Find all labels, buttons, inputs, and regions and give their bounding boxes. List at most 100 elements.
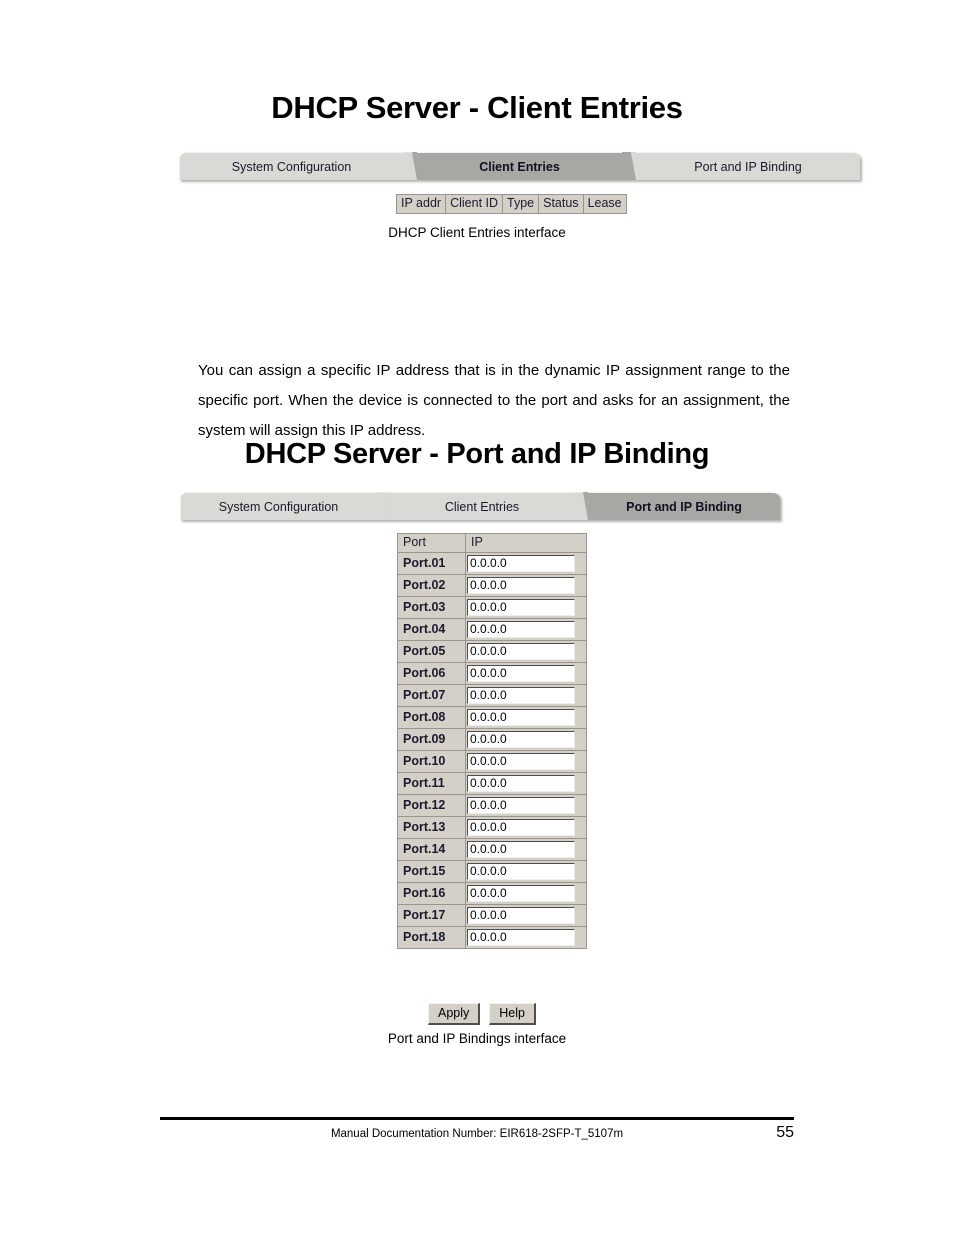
ip-cell <box>465 728 587 751</box>
manual-page: DHCP Server - Client Entries System Conf… <box>0 0 954 1235</box>
port-label: Port.02 <box>397 574 466 597</box>
port-label: Port.01 <box>397 552 466 575</box>
form-button-row: Apply Help <box>397 1003 567 1025</box>
port-label: Port.16 <box>397 882 466 905</box>
table-row: Port.13 <box>397 816 587 839</box>
ip-address-input[interactable] <box>467 621 575 638</box>
ip-cell <box>465 882 587 905</box>
port-label: Port.18 <box>397 926 466 949</box>
table-row: Port.15 <box>397 860 587 883</box>
tab-port-and-ip-binding[interactable]: Port and IP Binding <box>636 152 860 180</box>
ip-address-input[interactable] <box>467 797 575 814</box>
page-title-client-entries: DHCP Server - Client Entries <box>271 90 683 125</box>
client-entries-table: IP addr Client ID Type Status Lease <box>395 194 627 214</box>
ip-address-input[interactable] <box>467 907 575 924</box>
port-label: Port.13 <box>397 816 466 839</box>
port-label: Port.07 <box>397 684 466 707</box>
port-label: Port.15 <box>397 860 466 883</box>
table-row: Port.03 <box>397 596 587 619</box>
help-button[interactable]: Help <box>489 1003 536 1025</box>
ip-cell <box>465 706 587 729</box>
footer-page-number: 55 <box>776 1124 794 1141</box>
ip-cell <box>465 574 587 597</box>
ip-cell <box>465 860 587 883</box>
table-row: Port.17 <box>397 904 587 927</box>
apply-button[interactable]: Apply <box>428 1003 481 1025</box>
port-rows-body: Port.01Port.02Port.03Port.04Port.05Port.… <box>397 552 587 949</box>
ip-cell <box>465 816 587 839</box>
table-row: Port.12 <box>397 794 587 817</box>
ip-address-input[interactable] <box>467 841 575 858</box>
ip-cell <box>465 684 587 707</box>
table-header-row: Port IP <box>397 533 587 553</box>
ip-address-input[interactable] <box>467 577 575 594</box>
column-header-status: Status <box>538 194 584 214</box>
port-label: Port.10 <box>397 750 466 773</box>
tabbar-client-entries: System Configuration Client Entries Port… <box>179 152 860 180</box>
ip-address-input[interactable] <box>467 929 575 946</box>
ip-address-input[interactable] <box>467 753 575 770</box>
ip-address-input[interactable] <box>467 819 575 836</box>
ip-cell <box>465 750 587 773</box>
tab-separator <box>574 492 588 520</box>
table-header-row: IP addr Client ID Type Status Lease <box>395 194 627 214</box>
table-row: Port.09 <box>397 728 587 751</box>
port-label: Port.09 <box>397 728 466 751</box>
port-and-ip-binding-table: Port IP Port.01Port.02Port.03Port.04Port… <box>397 533 587 949</box>
ip-address-input[interactable] <box>467 775 575 792</box>
tab-system-configuration[interactable]: System Configuration <box>179 152 403 180</box>
tab-client-entries[interactable]: Client Entries <box>417 152 622 180</box>
column-header-type: Type <box>502 194 540 214</box>
ip-address-input[interactable] <box>467 731 575 748</box>
body-paragraph: You can assign a specific IP address tha… <box>198 362 790 439</box>
column-header-client-id: Client ID <box>445 194 504 214</box>
ip-cell <box>465 772 587 795</box>
ip-address-input[interactable] <box>467 709 575 726</box>
ip-address-input[interactable] <box>467 665 575 682</box>
ip-cell <box>465 618 587 641</box>
ip-cell <box>465 552 587 575</box>
footer-documentation-number: Manual Documentation Number: EIR618-2SFP… <box>330 1128 624 1140</box>
ip-address-input[interactable] <box>467 599 575 616</box>
ip-address-input[interactable] <box>467 687 575 704</box>
table-row: Port.10 <box>397 750 587 773</box>
figure-caption-port-and-ip-binding: Port and IP Bindings interface <box>387 1031 567 1046</box>
tab-port-and-ip-binding[interactable]: Port and IP Binding <box>588 492 780 520</box>
table-row: Port.14 <box>397 838 587 861</box>
ip-cell <box>465 794 587 817</box>
ip-cell <box>465 838 587 861</box>
port-label: Port.08 <box>397 706 466 729</box>
ip-address-input[interactable] <box>467 555 575 572</box>
footer-divider <box>160 1117 794 1120</box>
ip-address-input[interactable] <box>467 863 575 880</box>
tab-separator <box>376 492 390 520</box>
table-row: Port.16 <box>397 882 587 905</box>
column-header-ip-addr: IP addr <box>395 194 447 214</box>
ip-cell <box>465 640 587 663</box>
figure-caption-client-entries: DHCP Client Entries interface <box>388 225 566 240</box>
ip-cell <box>465 596 587 619</box>
port-label: Port.03 <box>397 596 466 619</box>
port-label: Port.06 <box>397 662 466 685</box>
page-title-port-and-ip-binding: DHCP Server - Port and IP Binding <box>244 438 710 470</box>
tab-client-entries[interactable]: Client Entries <box>390 492 574 520</box>
table-row: Port.06 <box>397 662 587 685</box>
table-row: Port.02 <box>397 574 587 597</box>
ip-cell <box>465 926 587 949</box>
port-label: Port.04 <box>397 618 466 641</box>
table-row: Port.11 <box>397 772 587 795</box>
port-label: Port.05 <box>397 640 466 663</box>
column-header-lease: Lease <box>582 194 627 214</box>
table-row: Port.05 <box>397 640 587 663</box>
ip-address-input[interactable] <box>467 885 575 902</box>
ip-cell <box>465 662 587 685</box>
ip-address-input[interactable] <box>467 643 575 660</box>
ip-cell <box>465 904 587 927</box>
tabbar-port-and-ip-binding: System Configuration Client Entries Port… <box>180 492 780 520</box>
port-label: Port.11 <box>397 772 466 795</box>
tab-separator <box>403 152 417 180</box>
column-header-port: Port <box>397 533 466 553</box>
tab-system-configuration[interactable]: System Configuration <box>180 492 376 520</box>
column-header-ip: IP <box>465 533 587 553</box>
table-row: Port.08 <box>397 706 587 729</box>
